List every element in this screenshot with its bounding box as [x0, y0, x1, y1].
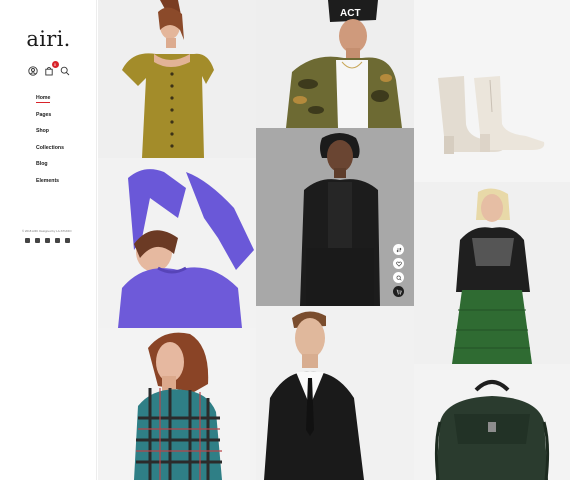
cart-icon[interactable]: 0: [44, 61, 59, 76]
cart-icon: [396, 289, 402, 294]
nav-item-label: Collections: [36, 144, 64, 151]
product-tile-green-backpack[interactable]: [414, 364, 570, 480]
wishlist-button[interactable]: [393, 258, 404, 269]
nav-item-label: Home: [36, 95, 51, 103]
compare-button[interactable]: [393, 244, 404, 255]
sidebar: airi. 0 Home Pages Shop Collections Blog…: [0, 0, 97, 480]
nav-item-home[interactable]: Home: [36, 95, 64, 112]
quick-view-button[interactable]: [393, 272, 404, 283]
product-image: [434, 380, 550, 480]
product-image: [300, 133, 380, 306]
twitter-icon[interactable]: [45, 238, 50, 243]
google-plus-icon[interactable]: [25, 238, 30, 243]
product-tile-black-suit[interactable]: [256, 306, 414, 480]
nav-item-label: Elements: [36, 177, 60, 184]
product-tile-featured[interactable]: High-Rise Skinny Sweats $39.99: [256, 128, 414, 424]
product-image: [134, 332, 222, 480]
magnifier-icon: [396, 275, 402, 281]
header-tools: 0: [0, 61, 97, 76]
social-links: [25, 238, 70, 243]
instagram-icon[interactable]: [55, 238, 60, 243]
svg-text:ACT: ACT: [340, 8, 361, 19]
product-tile-purple-sweater[interactable]: [98, 158, 256, 328]
cart-count-badge: 0: [51, 61, 59, 68]
product-tile-green-skirt[interactable]: [414, 182, 570, 364]
behance-icon[interactable]: [65, 238, 70, 243]
product-image: ACT: [286, 0, 402, 128]
product-tile-plaid-shirt[interactable]: [98, 328, 256, 480]
product-image: [438, 76, 545, 154]
product-image: [122, 0, 214, 158]
product-tile-camo-jacket[interactable]: ACT: [256, 0, 414, 128]
main-nav: Home Pages Shop Collections Blog Element…: [36, 95, 64, 194]
nav-item-pages[interactable]: Pages: [36, 112, 64, 129]
product-image: [452, 188, 532, 364]
facebook-icon[interactable]: [35, 238, 40, 243]
nav-item-blog[interactable]: Blog: [36, 161, 64, 178]
product-image: [118, 169, 254, 328]
add-to-cart-button[interactable]: [393, 286, 404, 297]
product-tile-ankle-boots[interactable]: [414, 0, 570, 182]
nav-item-label: Blog: [36, 161, 48, 167]
copyright-text: © 2018 AIRI. Designed by LA-STUDIO: [22, 229, 72, 233]
nav-item-collections[interactable]: Collections: [36, 145, 64, 162]
product-tile-mustard-dress[interactable]: [98, 0, 256, 158]
account-icon[interactable]: [27, 66, 38, 76]
product-image: [264, 311, 364, 480]
nav-item-shop[interactable]: Shop: [36, 128, 64, 145]
nav-item-elements[interactable]: Elements: [36, 178, 64, 195]
nav-item-label: Pages: [36, 111, 52, 118]
compare-icon: [396, 247, 401, 252]
nav-item-label: Shop: [36, 128, 49, 134]
site-logo[interactable]: airi.: [0, 27, 97, 51]
heart-icon: [395, 261, 402, 267]
search-icon[interactable]: [60, 66, 70, 76]
